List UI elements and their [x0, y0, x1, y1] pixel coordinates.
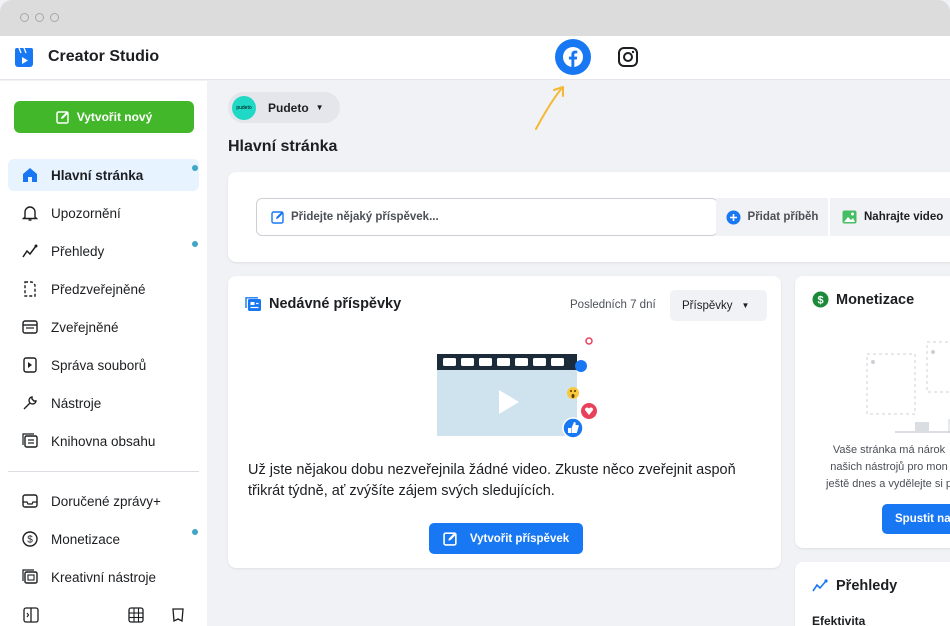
create-new-button[interactable]: Vytvořit nový — [14, 101, 194, 133]
wrench-icon — [20, 393, 40, 413]
start-monetization-button[interactable]: Spustit na — [882, 504, 950, 534]
compose-icon — [55, 111, 69, 124]
sidebar: Vytvořit nový Hlavní stránka Upozornění … — [0, 81, 207, 626]
posts-icon — [245, 296, 261, 311]
insights-icon — [812, 579, 828, 592]
recent-posts-title: Nedávné příspěvky — [269, 296, 402, 312]
page-title: Hlavní stránka — [228, 138, 338, 155]
window-maximize-button[interactable] — [50, 13, 59, 22]
page-name: Pudeto — [268, 100, 309, 115]
sidebar-item-label: Knihovna obsahu — [51, 433, 156, 449]
sidebar-item-monetization[interactable]: $ Monetizace — [8, 523, 199, 555]
notification-dot — [192, 529, 198, 535]
creator-studio-logo-icon — [15, 47, 33, 67]
notification-dot — [192, 165, 198, 171]
photo-video-icon — [842, 210, 857, 224]
file-icon — [20, 355, 40, 375]
sidebar-item-label: Hlavní stránka — [51, 167, 144, 183]
period-label: Posledních 7 dní — [570, 299, 656, 311]
notification-dot — [192, 241, 198, 247]
page-selector[interactable]: pudeto Pudeto ▼ — [228, 92, 340, 123]
monetization-text: Vaše stránka má nárok našich nástrojů pr… — [826, 444, 950, 490]
bell-icon — [20, 203, 40, 223]
sidebar-item-published[interactable]: Zveřejněné — [8, 311, 199, 343]
published-icon — [20, 317, 40, 337]
sidebar-item-label: Přehledy — [51, 243, 105, 259]
sidebar-item-label: Zveřejněné — [51, 319, 119, 335]
composer-card: Přidejte nějaký příspěvek... Přidat příb… — [228, 172, 950, 262]
window-minimize-button[interactable] — [35, 13, 44, 22]
sidebar-item-notifications[interactable]: Upozornění — [8, 197, 199, 229]
sidebar-divider — [8, 471, 199, 472]
sidebar-item-label: Doručené zprávy+ — [51, 493, 161, 509]
sidebar-item-drafts[interactable]: Předzveřejněné — [8, 273, 199, 305]
inbox-icon — [20, 491, 40, 511]
compose-icon — [443, 532, 457, 546]
window-titlebar — [0, 0, 950, 36]
insights-heading: Přehledy — [812, 578, 897, 594]
sidebar-item-label: Kreativní nástroje — [51, 569, 157, 585]
monetization-card: $ Monetizace Vaše stránka má nárok našic… — [795, 276, 950, 548]
compose-icon — [271, 211, 284, 224]
insights-card: Přehledy Efektivita — [795, 562, 950, 626]
monetization-illustration — [866, 341, 950, 433]
recent-posts-heading: Nedávné příspěvky — [245, 296, 401, 312]
create-post-button[interactable]: Vytvořit příspěvek — [429, 523, 583, 554]
monetization-heading: $ Monetizace — [812, 291, 914, 308]
instagram-icon[interactable] — [617, 46, 639, 68]
facebook-tab[interactable] — [555, 39, 591, 75]
top-bar: Creator Studio — [0, 36, 950, 80]
sidebar-item-label: Předzveřejněné — [51, 281, 146, 297]
page-avatar: pudeto — [232, 95, 256, 120]
svg-text:$: $ — [817, 295, 823, 307]
plus-circle-icon — [726, 210, 741, 224]
annotation-arrow-icon — [535, 86, 564, 130]
sidebar-item-creative-tools[interactable]: Kreativní nástroje — [8, 561, 199, 593]
sidebar-item-content-library[interactable]: Knihovna obsahu — [8, 425, 199, 457]
facebook-icon — [563, 47, 583, 67]
recent-posts-card: Nedávné příspěvky Posledních 7 dní Přísp… — [228, 276, 781, 568]
home-icon — [20, 165, 40, 185]
upload-video-button[interactable]: Nahrajte video — [830, 198, 950, 236]
table-icon[interactable] — [127, 606, 145, 624]
post-input-placeholder: Přidejte nějaký příspěvek... — [291, 211, 439, 223]
sidebar-footer — [0, 606, 207, 626]
dollar-icon: $ — [812, 291, 829, 308]
collapse-panel-icon[interactable] — [22, 606, 40, 624]
sidebar-item-label: Nástroje — [51, 395, 102, 411]
sidebar-item-insights[interactable]: Přehledy — [8, 235, 199, 267]
svg-text:$: $ — [27, 535, 33, 546]
monetization-title: Monetizace — [836, 291, 915, 308]
add-story-label: Přidat příběh — [747, 211, 819, 223]
sidebar-item-label: Správa souborů — [51, 357, 147, 373]
sidebar-item-label: Upozornění — [51, 205, 121, 221]
create-post-label: Vytvořit příspěvek — [469, 532, 570, 545]
sidebar-item-tools[interactable]: Nástroje — [8, 387, 199, 419]
post-input[interactable]: Přidejte nějaký příspěvek... — [256, 198, 718, 236]
insights-icon — [20, 241, 40, 261]
empty-state-message: Už jste nějakou dobu nezveřejnila žádné … — [248, 462, 736, 499]
library-icon — [20, 431, 40, 451]
create-new-label: Vytvořit nový — [76, 110, 153, 124]
posts-filter-dropdown[interactable]: Příspěvky ▼ — [670, 290, 767, 321]
dollar-icon: $ — [20, 529, 40, 549]
posts-filter-label: Příspěvky — [682, 299, 733, 312]
empty-video-illustration — [437, 337, 597, 439]
sidebar-item-inbox[interactable]: Doručené zprávy+ — [8, 485, 199, 517]
brand-title: Creator Studio — [48, 48, 160, 65]
add-story-button[interactable]: Přidat příběh — [716, 198, 828, 236]
feedback-icon[interactable] — [169, 606, 187, 624]
upload-video-label: Nahrajte video — [864, 211, 944, 223]
insights-title: Přehledy — [836, 578, 898, 594]
sidebar-item-file-manager[interactable]: Správa souborů — [8, 349, 199, 381]
sidebar-item-home[interactable]: Hlavní stránka — [8, 159, 199, 191]
window-close-button[interactable] — [20, 13, 29, 22]
draft-icon — [20, 279, 40, 299]
creative-tools-icon — [20, 567, 40, 587]
caret-down-icon: ▼ — [741, 301, 750, 310]
sidebar-item-label: Monetizace — [51, 531, 121, 547]
chevron-down-icon: ▼ — [315, 103, 324, 112]
insights-subtitle: Efektivita — [812, 614, 866, 626]
